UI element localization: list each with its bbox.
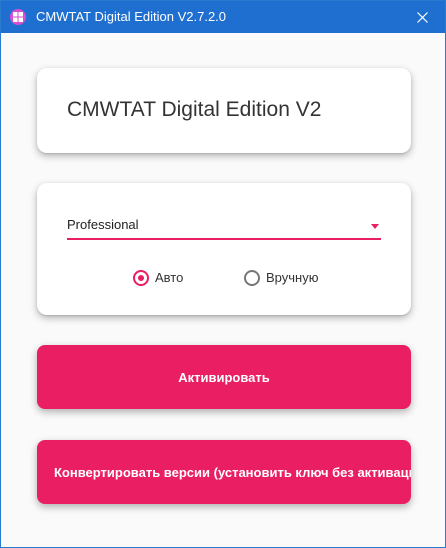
edition-select[interactable]: Professional bbox=[67, 216, 381, 240]
activate-button-label: Активировать bbox=[178, 370, 270, 385]
app-window: CMWTAT Digital Edition V2.7.2.0 CMWTAT D… bbox=[0, 0, 446, 548]
radio-auto[interactable]: Авто bbox=[133, 270, 213, 286]
close-icon bbox=[416, 11, 428, 23]
radio-manual[interactable]: Вручную bbox=[244, 270, 344, 286]
dropdown-arrow-icon bbox=[371, 224, 379, 229]
header-card: CMWTAT Digital Edition V2 bbox=[37, 68, 411, 153]
radio-auto-label: Авто bbox=[155, 270, 184, 285]
convert-button[interactable]: Конвертировать версии (установить ключ б… bbox=[37, 440, 411, 504]
radio-manual-circle bbox=[244, 270, 260, 286]
window-title: CMWTAT Digital Edition V2.7.2.0 bbox=[36, 9, 227, 24]
title-bar[interactable]: CMWTAT Digital Edition V2.7.2.0 bbox=[1, 1, 445, 33]
radio-checked-dot bbox=[138, 275, 144, 281]
edition-select-value: Professional bbox=[67, 217, 139, 232]
radio-manual-label: Вручную bbox=[266, 270, 319, 285]
convert-button-label: Конвертировать версии (установить ключ б… bbox=[54, 465, 411, 480]
radio-auto-circle bbox=[133, 270, 149, 286]
windows-logo-icon bbox=[10, 9, 26, 25]
close-button[interactable] bbox=[399, 1, 445, 33]
options-card: Professional Авто Вручную bbox=[37, 183, 411, 315]
activate-button[interactable]: Активировать bbox=[37, 345, 411, 409]
app-heading: CMWTAT Digital Edition V2 bbox=[67, 98, 322, 121]
